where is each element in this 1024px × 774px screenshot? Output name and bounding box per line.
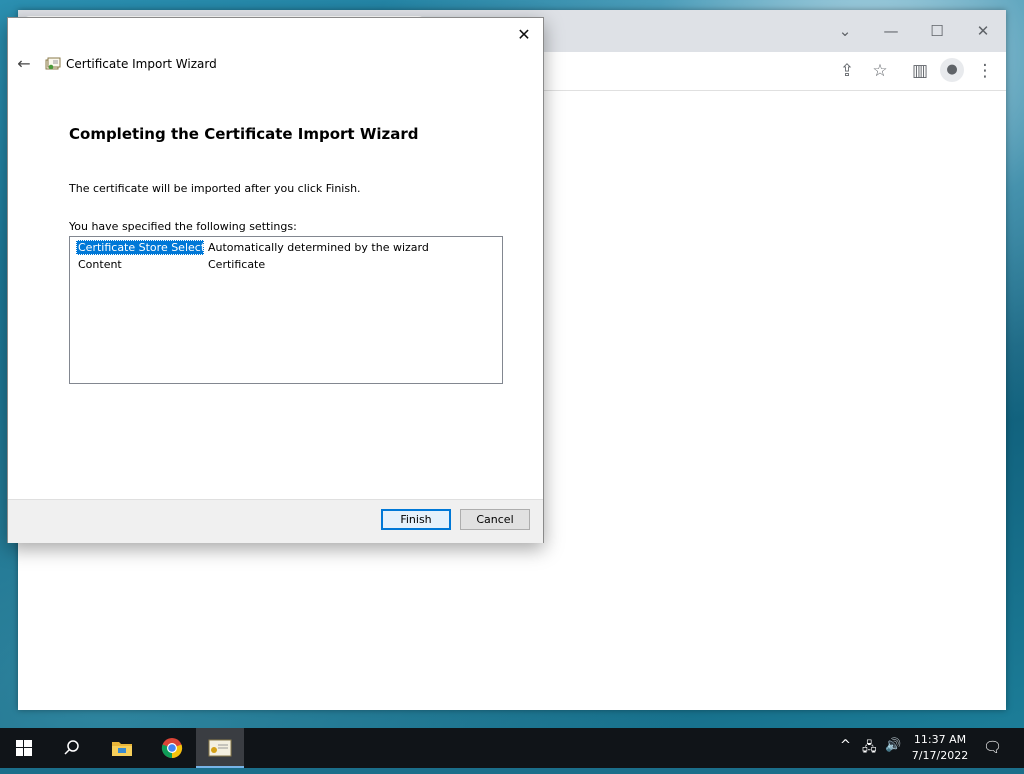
setting-value: Certificate	[208, 258, 266, 271]
maximize-icon[interactable]: ☐	[922, 18, 952, 44]
network-icon[interactable]: 🖧	[862, 738, 877, 760]
profile-icon[interactable]: ●	[940, 58, 964, 82]
share-icon[interactable]: ⇪	[834, 58, 860, 84]
settings-label: You have specified the following setting…	[69, 220, 297, 233]
cancel-button[interactable]: Cancel	[460, 509, 530, 530]
notifications-icon[interactable]: 🗨	[983, 738, 1002, 756]
chevron-down-icon[interactable]: ⌄	[830, 18, 860, 44]
taskbar: ^ 🖧 🔊 11:37 AM 7/17/2022 🗨	[0, 728, 1024, 768]
clock-date: 7/17/2022	[911, 749, 969, 762]
setting-value: Automatically determined by the wizard	[208, 241, 429, 254]
dialog-footer: Finish Cancel	[8, 499, 543, 543]
certificate-import-wizard-dialog: ✕ ← Certificate Import Wizard Completing…	[7, 17, 544, 543]
side-panel-icon[interactable]: ▥	[907, 58, 933, 84]
info-text: The certificate will be imported after y…	[69, 182, 361, 195]
volume-icon[interactable]: 🔊	[885, 738, 901, 753]
chrome-icon[interactable]	[148, 728, 196, 768]
minimize-icon[interactable]: —	[876, 18, 906, 44]
dialog-title: Certificate Import Wizard	[66, 57, 217, 71]
search-icon[interactable]	[48, 728, 96, 768]
star-icon[interactable]: ☆	[867, 58, 893, 84]
settings-list[interactable]: Certificate Store Selected Automatically…	[69, 236, 503, 384]
finish-button[interactable]: Finish	[381, 509, 451, 530]
close-icon[interactable]: ✕	[511, 24, 537, 46]
file-explorer-icon[interactable]	[98, 728, 146, 768]
list-item[interactable]: Content Certificate	[76, 257, 496, 272]
page-heading: Completing the Certificate Import Wizard	[69, 125, 419, 143]
close-icon[interactable]: ✕	[968, 18, 998, 44]
setting-name: Content	[78, 258, 122, 271]
certificate-icon[interactable]	[196, 728, 244, 768]
setting-name: Certificate Store Selected	[76, 240, 219, 255]
certificate-icon	[45, 57, 61, 70]
clock[interactable]: 11:37 AM 7/17/2022	[905, 732, 975, 764]
list-item[interactable]: Certificate Store Selected Automatically…	[76, 240, 496, 255]
menu-icon[interactable]: ⋮	[972, 58, 998, 84]
back-arrow-icon[interactable]: ←	[14, 54, 34, 74]
show-hidden-icons-icon[interactable]: ^	[840, 738, 851, 753]
clock-time: 11:37 AM	[913, 733, 967, 746]
windows-start-icon[interactable]	[0, 728, 48, 768]
